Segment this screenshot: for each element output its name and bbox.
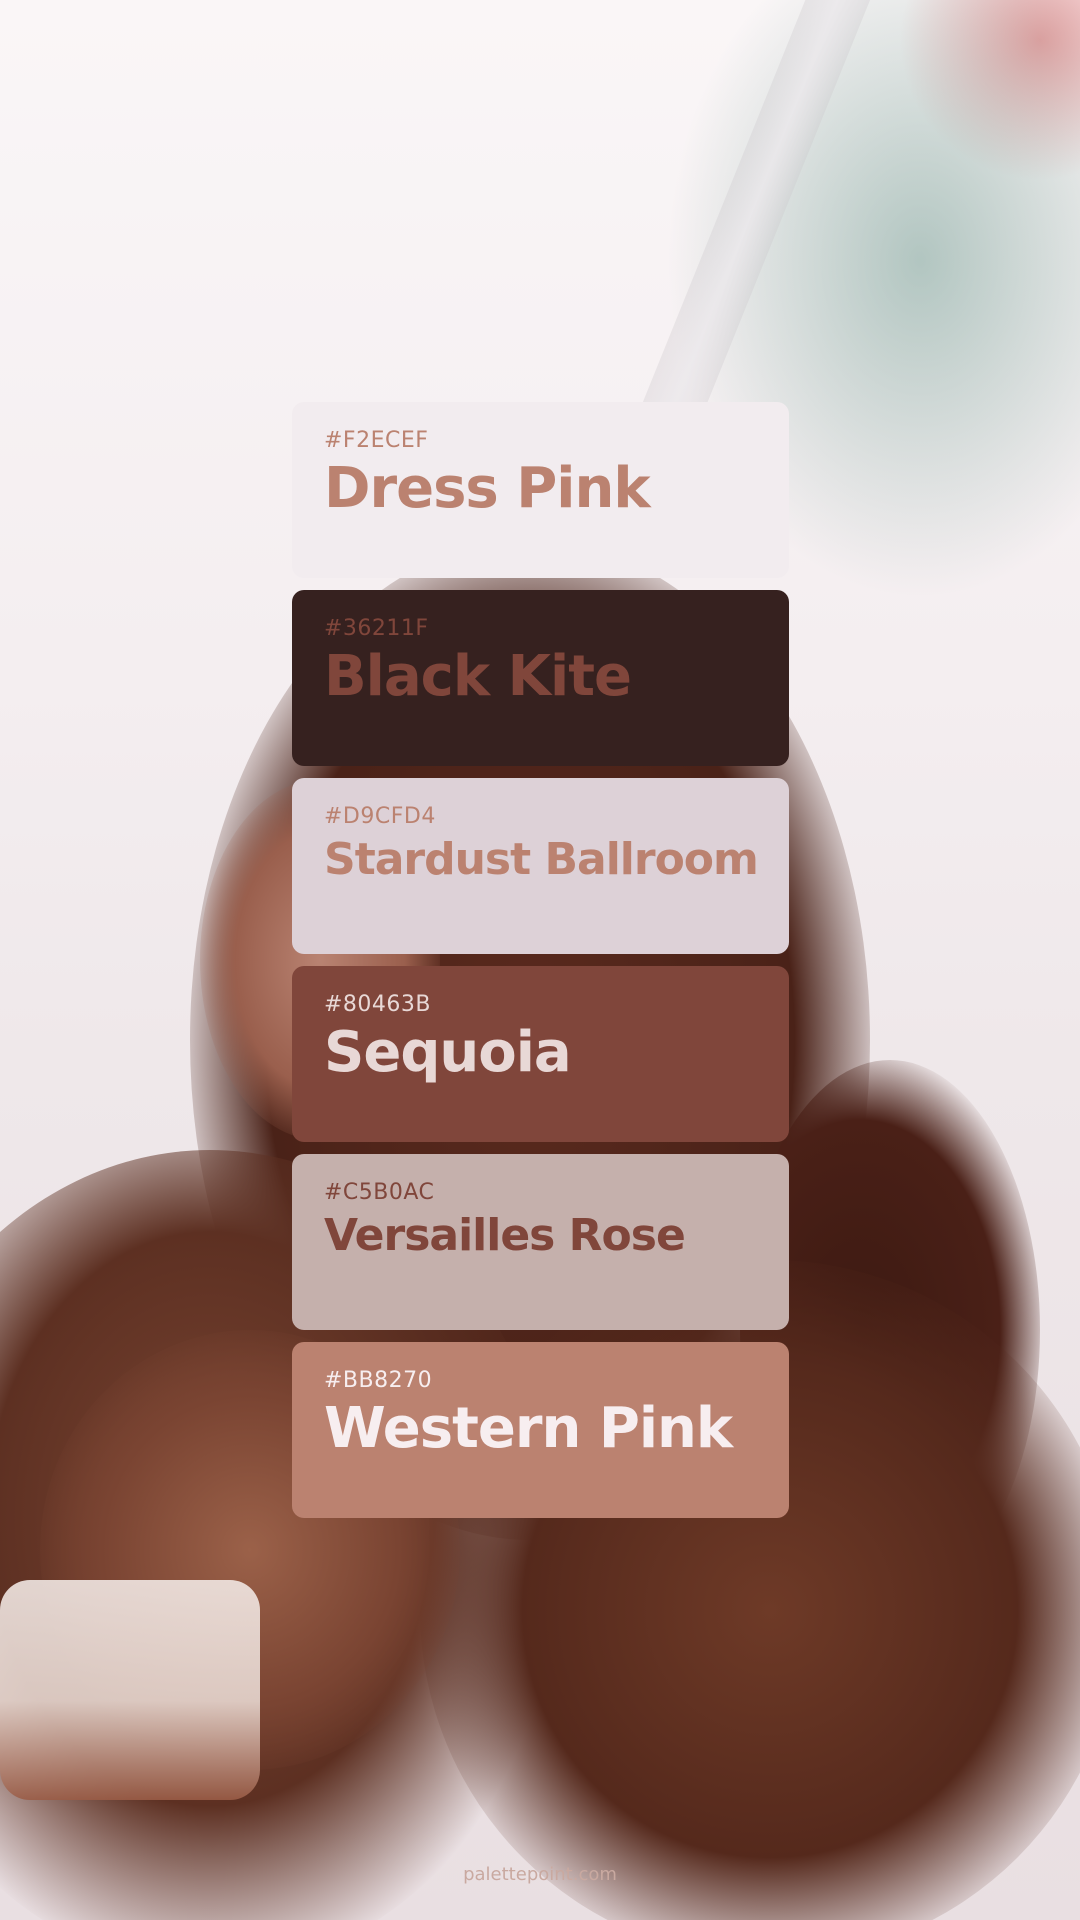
swatch-name: Western Pink — [324, 1396, 733, 1461]
swatch-hex: #BB8270 — [324, 1368, 433, 1393]
swatch-black-kite: #36211F Black Kite — [292, 590, 789, 766]
swatch-hex: #C5B0AC — [324, 1180, 435, 1205]
swatch-hex: #80463B — [324, 992, 432, 1017]
swatch-hex: #D9CFD4 — [324, 804, 436, 829]
swatch-stardust-ballroom: #D9CFD4 Stardust Ballroom — [292, 778, 789, 954]
background-spoon — [632, 0, 898, 451]
swatch-hex: #36211F — [324, 616, 429, 641]
color-palette: #F2ECEF Dress Pink #36211F Black Kite #D… — [292, 402, 789, 1530]
site-footer[interactable]: palettepoint.com — [0, 1864, 1080, 1885]
swatch-hex: #F2ECEF — [324, 428, 429, 453]
swatch-name: Sequoia — [324, 1020, 572, 1085]
swatch-sequoia: #80463B Sequoia — [292, 966, 789, 1142]
swatch-name: Dress Pink — [324, 456, 651, 521]
swatch-versailles-rose: #C5B0AC Versailles Rose — [292, 1154, 789, 1330]
swatch-name: Black Kite — [324, 644, 632, 709]
swatch-name: Versailles Rose — [324, 1210, 686, 1261]
background-chocolate — [0, 1580, 260, 1800]
swatch-dress-pink: #F2ECEF Dress Pink — [292, 402, 789, 578]
swatch-name: Stardust Ballroom — [324, 834, 759, 885]
swatch-western-pink: #BB8270 Western Pink — [292, 1342, 789, 1518]
